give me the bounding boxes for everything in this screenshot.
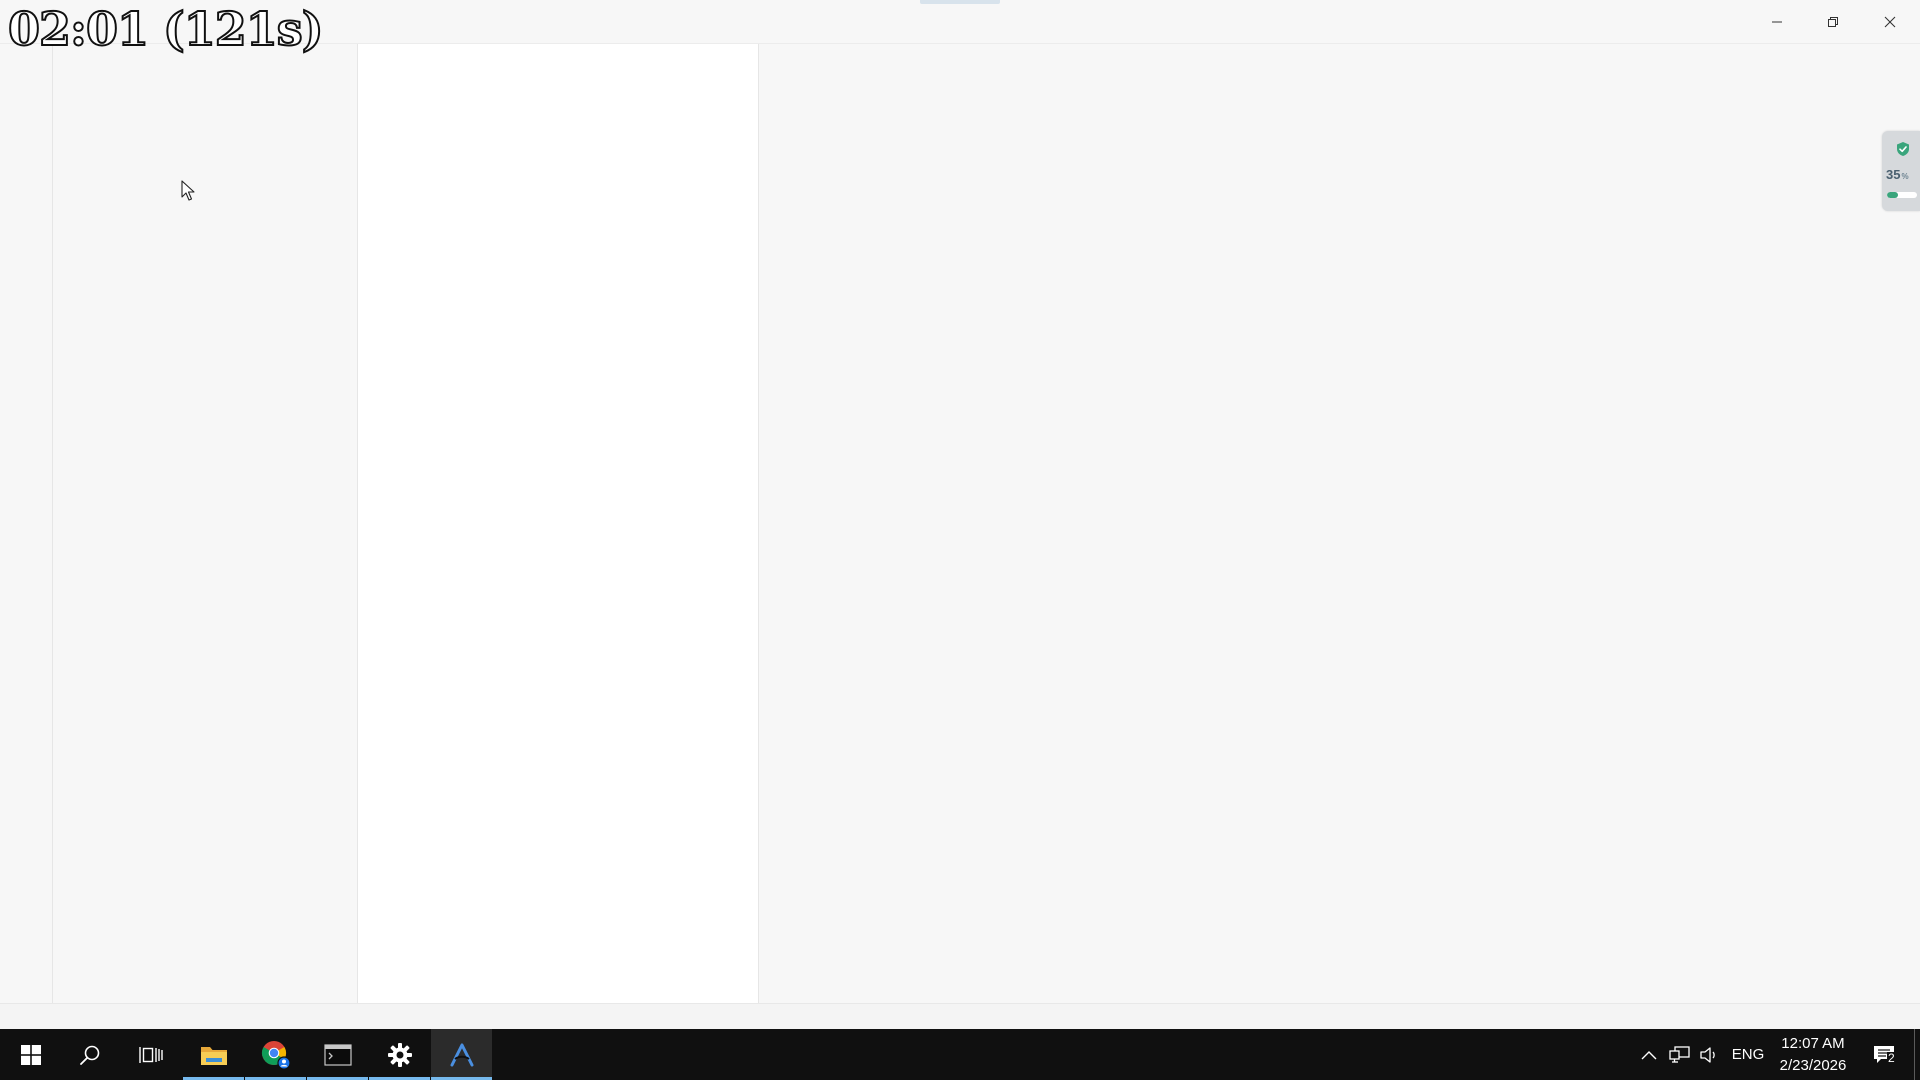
timer-overlay: 02:01 (121s)	[7, 1, 324, 57]
minimize-icon	[1772, 21, 1782, 23]
maximize-button[interactable]	[1805, 0, 1861, 44]
language-indicator[interactable]: ENG	[1728, 1029, 1768, 1080]
show-desktop-button[interactable]	[1914, 1029, 1920, 1080]
terminal-icon	[323, 1043, 352, 1066]
task-view-icon	[138, 1046, 163, 1063]
search-icon	[79, 1045, 99, 1065]
minimize-button[interactable]	[1749, 0, 1805, 44]
close-icon	[1884, 16, 1896, 28]
chevron-up-icon	[1641, 1050, 1657, 1059]
widget-progress-fill	[1887, 192, 1898, 198]
taskbar: ENG 12:07 AM 2/23/2026 2	[0, 1029, 1920, 1080]
clock-date: 2/23/2026	[1779, 1056, 1847, 1074]
notification-count: 2	[1887, 1051, 1896, 1065]
mouse-cursor-icon	[181, 180, 195, 201]
side-widget[interactable]: 35%	[1882, 131, 1920, 211]
volume-button[interactable]	[1696, 1029, 1722, 1080]
title-drag-tab[interactable]	[920, 0, 1000, 4]
search-button[interactable]	[59, 1029, 120, 1080]
list-pane	[358, 44, 759, 1003]
clock[interactable]: 12:07 AM 2/23/2026	[1772, 1029, 1854, 1080]
widget-percent-value: 35	[1886, 167, 1901, 182]
windows-logo-icon	[20, 1044, 41, 1065]
chrome-button[interactable]	[245, 1029, 306, 1080]
app-window	[0, 0, 1920, 1029]
start-button[interactable]	[0, 1029, 61, 1080]
file-explorer-button[interactable]	[183, 1029, 244, 1080]
widget-percent-unit: %	[1901, 172, 1909, 181]
tray-overflow-button[interactable]	[1637, 1029, 1661, 1080]
task-view-button[interactable]	[120, 1029, 181, 1080]
status-strip	[0, 1003, 1920, 1029]
content-pane	[759, 44, 1920, 1003]
terminal-button[interactable]	[307, 1029, 368, 1080]
settings-button[interactable]	[369, 1029, 430, 1080]
widget-percent: 35%	[1886, 167, 1920, 182]
left-rail	[0, 44, 53, 1003]
network-icon	[1669, 1045, 1690, 1063]
speaker-icon	[1700, 1046, 1715, 1063]
folder-icon	[200, 1046, 227, 1065]
restore-icon	[1828, 17, 1838, 27]
navigation-pane	[53, 44, 358, 1003]
shield-check-icon	[1897, 142, 1909, 156]
network-button[interactable]	[1667, 1029, 1693, 1080]
arc-logo-icon	[450, 1043, 473, 1066]
widget-progress-bar	[1887, 192, 1917, 198]
close-button[interactable]	[1862, 0, 1918, 44]
clock-time: 12:07 AM	[1781, 1034, 1845, 1052]
notification-button[interactable]: 2	[1861, 1029, 1907, 1080]
chrome-icon	[261, 1040, 291, 1070]
gear-icon	[387, 1042, 412, 1067]
arc-app-button[interactable]	[431, 1029, 492, 1080]
